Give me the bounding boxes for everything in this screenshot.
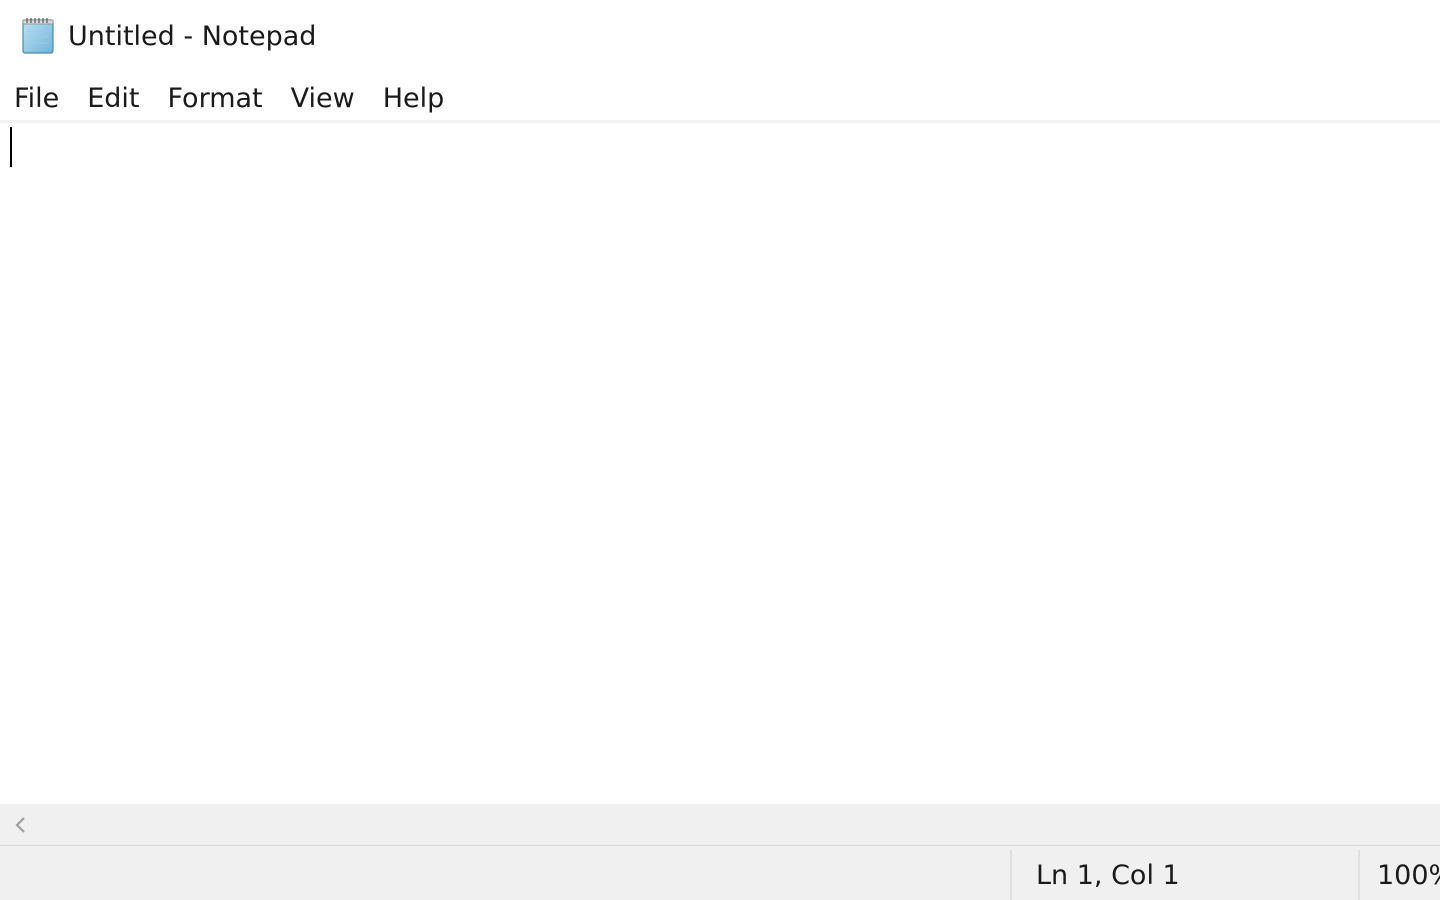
notepad-window: Untitled - Notepad File Edit Format View… bbox=[0, 0, 1440, 900]
menu-edit[interactable]: Edit bbox=[73, 78, 153, 120]
menu-view[interactable]: View bbox=[277, 78, 369, 120]
window-title: Untitled - Notepad bbox=[68, 21, 317, 52]
cursor-position: Ln 1, Col 1 bbox=[1036, 860, 1180, 891]
title-bar[interactable]: Untitled - Notepad bbox=[0, 0, 1440, 72]
notepad-icon[interactable] bbox=[18, 16, 58, 56]
chevron-left-icon[interactable] bbox=[0, 804, 40, 845]
menu-format[interactable]: Format bbox=[153, 78, 276, 120]
menu-file[interactable]: File bbox=[0, 78, 73, 120]
text-caret bbox=[10, 127, 12, 167]
menu-help[interactable]: Help bbox=[369, 78, 459, 120]
status-divider bbox=[1358, 850, 1360, 900]
text-editor[interactable] bbox=[0, 123, 1440, 804]
status-bar: Ln 1, Col 1 100% bbox=[0, 845, 1440, 900]
menu-bar: File Edit Format View Help bbox=[0, 78, 458, 120]
zoom-level: 100% bbox=[1377, 860, 1440, 891]
status-divider bbox=[1010, 850, 1012, 900]
horizontal-scrollbar[interactable] bbox=[0, 804, 1440, 845]
